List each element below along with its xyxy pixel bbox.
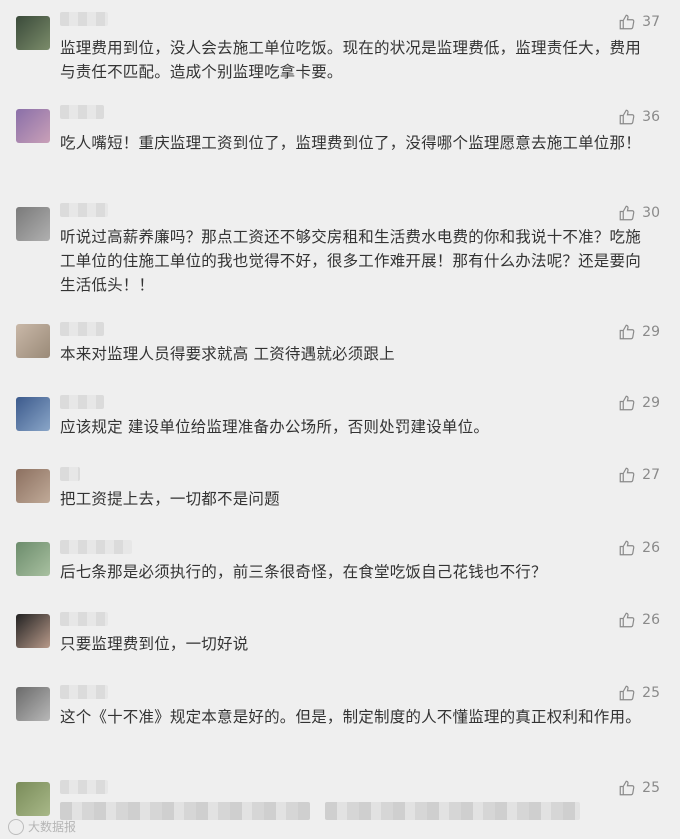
avatar[interactable]	[16, 16, 50, 50]
comment-text: 听说过高薪养廉吗？那点工资还不够交房租和生活费水电费的你和我说十不准？吃施工单位…	[60, 228, 641, 294]
like-button[interactable]: 37	[618, 12, 660, 32]
nickname[interactable]	[60, 685, 108, 699]
avatar[interactable]	[16, 207, 50, 241]
nickname[interactable]	[60, 322, 104, 336]
thumbs-up-icon	[618, 204, 636, 222]
thumbs-up-icon	[618, 684, 636, 702]
thumbs-up-icon	[618, 539, 636, 557]
like-button[interactable]: 26	[618, 538, 660, 558]
nickname[interactable]	[60, 203, 108, 217]
comment-text: 监理费用到位，没人会去施工单位吃饭。现在的状况是监理费低，监理责任大，费用与责任…	[60, 39, 641, 81]
like-button[interactable]: 29	[618, 322, 660, 342]
like-count: 27	[642, 467, 660, 483]
like-count: 26	[642, 612, 660, 628]
thumbs-up-icon	[618, 611, 636, 629]
watermark-logo-icon	[8, 818, 24, 835]
like-count: 37	[642, 14, 660, 30]
nickname[interactable]	[60, 12, 108, 26]
comment-text: 这个《十不准》规定本意是好的。但是，制定制度的人不懂监理的真正权利和作用。	[60, 708, 641, 726]
like-count: 25	[642, 685, 660, 701]
nickname[interactable]	[60, 467, 80, 481]
comment-text: 应该规定 建设单位给监理准备办公场所，否则处罚建设单位。	[60, 418, 490, 436]
like-count: 30	[642, 205, 660, 221]
comment-text: 吃人嘴短！重庆监理工资到位了，监理费到位了，没得哪个监理愿意去施工单位那！	[60, 134, 641, 152]
nickname[interactable]	[60, 105, 104, 119]
comment-text: 本来对监理人员得要求就高 工资待遇就必须跟上	[60, 345, 395, 363]
avatar[interactable]	[16, 614, 50, 648]
watermark: 大数据报	[8, 818, 76, 835]
like-count: 36	[642, 109, 660, 125]
nickname[interactable]	[60, 395, 104, 409]
nickname[interactable]	[60, 780, 108, 794]
avatar[interactable]	[16, 469, 50, 503]
thumbs-up-icon	[618, 13, 636, 31]
thumbs-up-icon	[618, 108, 636, 126]
like-button[interactable]: 25	[618, 683, 660, 703]
avatar[interactable]	[16, 687, 50, 721]
thumbs-up-icon	[618, 779, 636, 797]
like-count: 29	[642, 395, 660, 411]
watermark-text: 大数据报	[28, 820, 77, 834]
thumbs-up-icon	[618, 466, 636, 484]
comment-text: 把工资提上去，一切都不是问题	[60, 490, 280, 508]
like-count: 29	[642, 324, 660, 340]
like-count: 25	[642, 780, 660, 796]
nickname[interactable]	[60, 612, 108, 626]
like-button[interactable]: 36	[618, 107, 660, 127]
avatar[interactable]	[16, 542, 50, 576]
avatar[interactable]	[16, 397, 50, 431]
blurred-comment-text	[60, 802, 310, 820]
like-button[interactable]: 26	[618, 610, 660, 630]
like-button[interactable]: 30	[618, 203, 660, 223]
like-button[interactable]: 27	[618, 465, 660, 485]
thumbs-up-icon	[618, 394, 636, 412]
comment-text: 只要监理费到位，一切好说	[60, 635, 249, 653]
like-button[interactable]: 29	[618, 393, 660, 413]
thumbs-up-icon	[618, 323, 636, 341]
comment-text: 后七条那是必须执行的，前三条很奇怪，在食堂吃饭自己花钱也不行？	[60, 563, 547, 581]
blurred-comment-text	[325, 802, 580, 820]
avatar[interactable]	[16, 324, 50, 358]
nickname[interactable]	[60, 540, 132, 554]
like-count: 26	[642, 540, 660, 556]
avatar[interactable]	[16, 782, 50, 816]
like-button[interactable]: 25	[618, 778, 660, 798]
avatar[interactable]	[16, 109, 50, 143]
